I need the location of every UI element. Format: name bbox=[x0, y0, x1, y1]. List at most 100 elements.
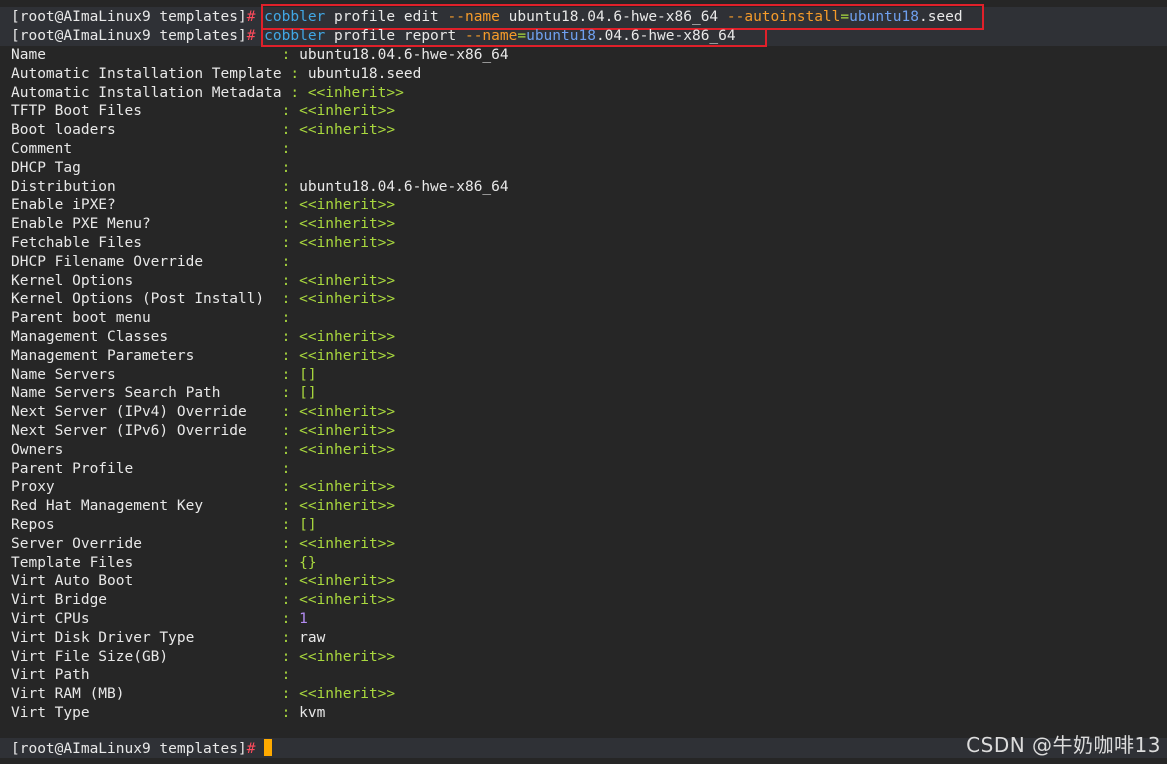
report-row-padding bbox=[142, 536, 282, 552]
report-row-padding bbox=[107, 592, 282, 608]
report-row-gap bbox=[290, 630, 299, 646]
report-row-padding bbox=[142, 103, 282, 119]
report-row: Management Parameters : <<inherit>> bbox=[11, 347, 395, 366]
report-row-value: <<inherit>> bbox=[307, 84, 404, 101]
report-row-separator: : bbox=[290, 65, 300, 82]
report-row: Template Files : {} bbox=[11, 554, 317, 573]
report-row-gap bbox=[290, 498, 299, 514]
shell-prompt: [root@AImaLinux9 templates] bbox=[11, 741, 247, 757]
report-row: Proxy : <<inherit>> bbox=[11, 478, 395, 497]
report-row-gap bbox=[290, 385, 299, 401]
report-row-gap bbox=[290, 479, 299, 495]
report-row-gap bbox=[299, 85, 308, 101]
report-row-padding bbox=[133, 461, 281, 477]
report-row-gap bbox=[290, 329, 299, 345]
report-row: Red Hat Management Key : <<inherit>> bbox=[11, 497, 395, 516]
report-row-gap bbox=[290, 179, 299, 195]
report-row-value: ubuntu18.seed bbox=[307, 65, 422, 82]
prompt-hash: # bbox=[246, 9, 256, 25]
report-row-padding bbox=[55, 479, 282, 495]
command-subcommand: profile edit bbox=[334, 9, 439, 25]
report-row-padding bbox=[247, 404, 282, 420]
report-row: Parent boot menu : bbox=[11, 309, 299, 328]
report-row-padding bbox=[133, 555, 281, 571]
report-row-padding bbox=[46, 47, 282, 63]
report-row-label: Management Classes bbox=[11, 329, 169, 345]
report-row-label: Automatic Installation Metadata bbox=[11, 84, 282, 101]
report-row-label: Enable iPXE? bbox=[11, 197, 116, 214]
report-row-label: Boot loaders bbox=[11, 122, 116, 139]
report-row-gap bbox=[290, 517, 299, 533]
report-row-padding bbox=[133, 273, 281, 289]
report-row: Virt RAM (MB) : <<inherit>> bbox=[11, 685, 395, 704]
report-row-padding bbox=[194, 348, 281, 364]
report-row-padding bbox=[90, 611, 282, 627]
report-row: Virt Path : bbox=[11, 666, 299, 685]
report-row-value: ubuntu18.04.6-hwe-x86_64 bbox=[299, 178, 509, 195]
report-row-label: Template Files bbox=[11, 554, 134, 571]
report-row-label: Virt Auto Boot bbox=[11, 573, 134, 590]
report-row-separator: : bbox=[290, 84, 300, 101]
report-row: Name : ubuntu18.04.6-hwe-x86_64 bbox=[11, 46, 509, 65]
report-row-padding bbox=[203, 254, 282, 270]
report-row-gap bbox=[290, 348, 299, 364]
report-row-value: <<inherit>> bbox=[299, 122, 396, 139]
report-row-value: 1 bbox=[299, 611, 308, 627]
report-row-padding bbox=[116, 179, 282, 195]
report-row-padding bbox=[133, 573, 281, 589]
shell-prompt: [root@AImaLinux9 templates] bbox=[11, 9, 247, 25]
report-row-padding bbox=[151, 216, 282, 232]
report-row-label: Parent Profile bbox=[11, 460, 134, 477]
report-row-value: <<inherit>> bbox=[299, 592, 396, 609]
command-flag: --name bbox=[447, 9, 500, 25]
report-row: Name Servers : [] bbox=[11, 366, 317, 385]
report-row-gap bbox=[290, 423, 299, 439]
report-row: Fetchable Files : <<inherit>> bbox=[11, 234, 395, 253]
terminal-window[interactable]: [root@AImaLinux9 templates]# cobbler pro… bbox=[0, 0, 1167, 764]
command-value: .04.6-hwe-x86_64 bbox=[595, 28, 736, 44]
report-row-padding bbox=[151, 310, 282, 326]
command-flag: --autoinstall bbox=[726, 9, 841, 25]
command-value: ubuntu18.04.6-hwe-x86_64 bbox=[508, 9, 719, 25]
report-row: Virt Type : kvm bbox=[11, 704, 325, 723]
report-row-label: Next Server (IPv6) Override bbox=[11, 423, 247, 439]
report-row-padding bbox=[81, 160, 282, 176]
report-row: Virt Bridge : <<inherit>> bbox=[11, 591, 395, 610]
report-row-padding bbox=[194, 630, 281, 646]
report-row-padding bbox=[55, 517, 282, 533]
report-row-value: <<inherit>> bbox=[299, 535, 396, 552]
report-row-value: ubuntu18.04.6-hwe-x86_64 bbox=[299, 47, 509, 63]
report-row-value: {} bbox=[299, 554, 317, 571]
prompt-hash: # bbox=[246, 28, 256, 44]
command-flag: --name bbox=[464, 28, 518, 44]
report-row-value: [] bbox=[299, 366, 317, 383]
report-row-label: Management Parameters bbox=[11, 347, 195, 364]
report-row-gap bbox=[290, 573, 299, 589]
report-row-gap bbox=[290, 611, 299, 627]
report-row-gap bbox=[290, 667, 299, 683]
report-row-value: <<inherit>> bbox=[299, 441, 396, 458]
report-row: Name Servers Search Path : [] bbox=[11, 384, 317, 403]
report-row-value: <<inherit>> bbox=[299, 573, 396, 590]
report-row-padding bbox=[72, 141, 282, 157]
command-value: .seed bbox=[918, 9, 963, 25]
command-line-active[interactable]: [root@AImaLinux9 templates]# bbox=[11, 739, 273, 758]
report-row: Owners : <<inherit>> bbox=[11, 441, 395, 460]
report-row-value: <<inherit>> bbox=[299, 103, 396, 120]
command-value: ubuntu18 bbox=[849, 9, 919, 25]
report-row-label: DHCP Tag bbox=[11, 159, 81, 176]
report-row-padding bbox=[142, 235, 282, 251]
report-row-label: Proxy bbox=[11, 479, 55, 496]
report-row-gap bbox=[290, 47, 299, 63]
report-row-label: Comment bbox=[11, 141, 73, 157]
report-row-value: <<inherit>> bbox=[299, 329, 396, 345]
report-row: Enable iPXE? : <<inherit>> bbox=[11, 196, 395, 215]
report-row-value: <<inherit>> bbox=[299, 404, 396, 421]
report-row-label: Next Server (IPv4) Override bbox=[11, 404, 247, 421]
command-line-edit: [root@AImaLinux9 templates]# cobbler pro… bbox=[11, 8, 963, 27]
report-row-value: raw bbox=[299, 629, 326, 646]
command-subcommand: profile report bbox=[334, 28, 457, 44]
report-row-gap bbox=[290, 404, 299, 420]
report-row: Repos : [] bbox=[11, 516, 317, 535]
report-row: DHCP Tag : bbox=[11, 159, 299, 178]
